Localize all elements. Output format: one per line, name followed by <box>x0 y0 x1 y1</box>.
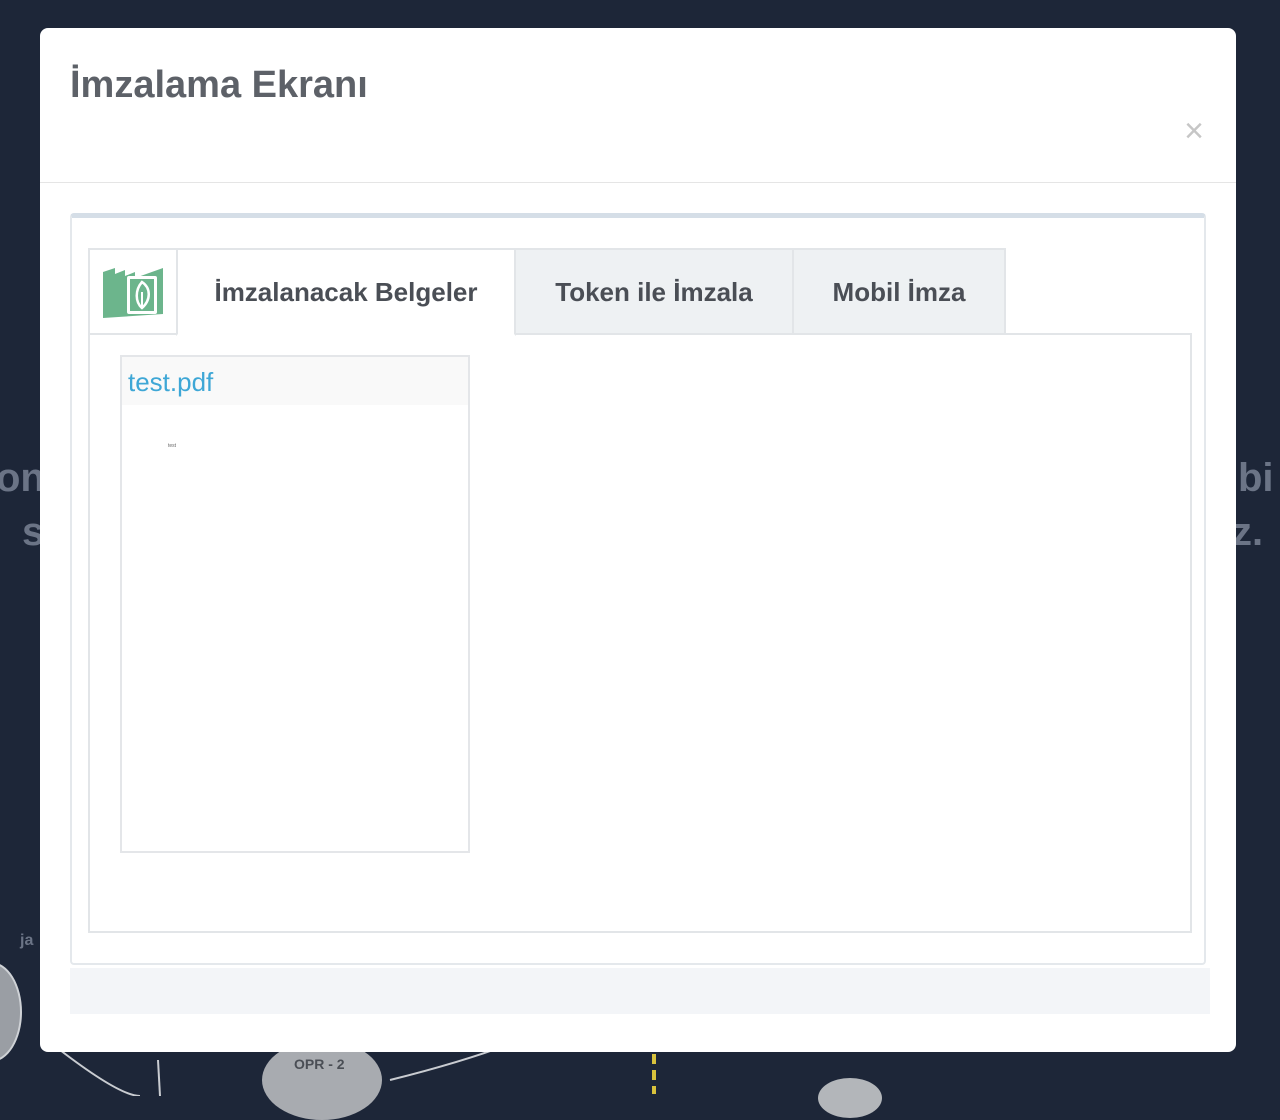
tab-mobile-sign[interactable]: Mobil İmza <box>792 248 1006 336</box>
signing-modal: İmzalama Ekranı × İmzalanacak Belgeler T… <box>40 28 1236 1052</box>
modal-header: İmzalama Ekranı × <box>40 28 1236 183</box>
document-preview: test <box>126 407 464 849</box>
document-link[interactable]: test.pdf <box>122 357 468 405</box>
tab-documents-to-sign[interactable]: İmzalanacak Belgeler <box>176 248 516 336</box>
background-text: z. <box>1232 510 1264 554</box>
background-node <box>262 1040 382 1120</box>
background-dashed-line <box>652 1054 656 1094</box>
app-logo <box>88 248 176 336</box>
document-card[interactable]: test.pdf test <box>120 355 470 853</box>
close-button[interactable]: × <box>1182 114 1206 148</box>
background-node-label: OPR - 2 <box>294 1056 345 1072</box>
tab-bar: İmzalanacak Belgeler Token ile İmzala Mo… <box>88 248 1006 336</box>
background-label: ja <box>20 932 34 949</box>
tab-token-sign[interactable]: Token ile İmzala <box>514 248 794 336</box>
background-text: bi <box>1238 456 1274 500</box>
modal-footer <box>70 968 1210 1014</box>
document-leaf-icon <box>103 268 163 318</box>
tab-content-documents: test.pdf test <box>88 333 1192 933</box>
signing-panel: İmzalanacak Belgeler Token ile İmzala Mo… <box>70 213 1206 965</box>
document-preview-text: test <box>168 443 177 449</box>
background-node <box>818 1078 882 1118</box>
modal-title: İmzalama Ekranı <box>70 64 368 106</box>
